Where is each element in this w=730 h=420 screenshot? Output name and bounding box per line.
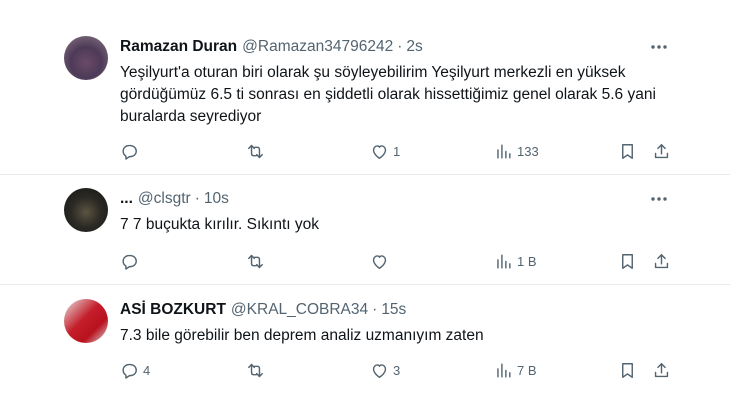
- avatar[interactable]: [64, 299, 108, 343]
- retweet-button[interactable]: [246, 250, 269, 272]
- like-button[interactable]: [370, 250, 393, 272]
- action-bar: 4 3 7 B: [120, 359, 680, 381]
- retweet-icon: [248, 363, 263, 377]
- share-button[interactable]: [652, 140, 671, 162]
- bookmark-button[interactable]: [618, 140, 637, 162]
- more-options-button[interactable]: [648, 189, 670, 209]
- like-button[interactable]: 1: [370, 140, 400, 162]
- reply-icon: [122, 254, 137, 270]
- tweet-text: 7.3 bile görebilir ben deprem analiz uzm…: [120, 327, 484, 344]
- tweet-header: ... @clsgtr · 10s: [120, 189, 229, 209]
- reply-feed: Ramazan Duran @Ramazan34796242 · 2s Yeşi…: [0, 0, 730, 420]
- timestamp[interactable]: 2s: [406, 38, 422, 56]
- tweet-header: ASİ BOZKURT @KRAL_COBRA34 · 15s: [120, 300, 406, 320]
- view-count: 133: [517, 143, 539, 159]
- display-name[interactable]: ...: [120, 190, 133, 208]
- user-handle[interactable]: @Ramazan34796242: [242, 38, 393, 56]
- tweet[interactable]: Ramazan Duran @Ramazan34796242 · 2s Yeşi…: [0, 36, 730, 166]
- tweet-text: Yeşilyurt'a oturan biri olarak şu söyley…: [120, 64, 656, 125]
- reply-icon: [122, 144, 137, 160]
- action-bar: 1 B: [120, 250, 680, 272]
- views-icon: [497, 362, 511, 378]
- separator-dot: ·: [372, 301, 378, 318]
- bookmark-button[interactable]: [618, 359, 637, 381]
- more-options-button[interactable]: [648, 37, 670, 57]
- views-button[interactable]: 133: [494, 140, 539, 162]
- views-button[interactable]: 1 B: [494, 250, 537, 272]
- tweet-header: Ramazan Duran @Ramazan34796242 · 2s: [120, 37, 423, 57]
- reply-icon: [122, 363, 137, 379]
- like-count: 1: [393, 143, 401, 159]
- views-button[interactable]: 7 B: [494, 359, 537, 381]
- heart-icon: [372, 363, 387, 378]
- retweet-button[interactable]: [246, 359, 269, 381]
- user-handle[interactable]: @KRAL_COBRA34: [231, 301, 368, 319]
- display-name[interactable]: ASİ BOZKURT: [120, 301, 226, 319]
- timestamp[interactable]: 15s: [381, 301, 406, 319]
- divider: [0, 284, 730, 285]
- bookmark-icon: [622, 362, 633, 378]
- views-icon: [497, 253, 511, 269]
- reply-count: 4: [143, 362, 151, 378]
- reply-button[interactable]: 4: [120, 359, 150, 381]
- tweet[interactable]: ... @clsgtr · 10s 7 7 buçukta kırılır. S…: [0, 188, 730, 278]
- bookmark-icon: [622, 253, 633, 269]
- view-count: 7 B: [517, 362, 537, 378]
- display-name[interactable]: Ramazan Duran: [120, 38, 237, 56]
- like-button[interactable]: 3: [370, 359, 400, 381]
- view-count: 1 B: [517, 253, 537, 269]
- tweet[interactable]: ASİ BOZKURT @KRAL_COBRA34 · 15s 7.3 bile…: [0, 299, 730, 389]
- separator-dot: ·: [194, 190, 200, 207]
- heart-icon: [372, 254, 387, 269]
- separator-dot: ·: [397, 38, 403, 55]
- more-horizontal-icon: [651, 45, 667, 49]
- retweet-button[interactable]: [246, 140, 269, 162]
- like-count: 3: [393, 362, 401, 378]
- reply-button[interactable]: [120, 250, 143, 272]
- bookmark-icon: [622, 143, 633, 159]
- share-button[interactable]: [652, 250, 671, 272]
- share-button[interactable]: [652, 359, 671, 381]
- avatar[interactable]: [64, 188, 108, 232]
- bookmark-button[interactable]: [618, 250, 637, 272]
- share-icon: [654, 253, 669, 268]
- share-icon: [654, 143, 669, 158]
- more-horizontal-icon: [651, 197, 667, 201]
- timestamp[interactable]: 10s: [204, 190, 229, 208]
- action-bar: 1 133: [120, 140, 680, 162]
- divider: [0, 174, 730, 175]
- retweet-icon: [248, 254, 263, 268]
- share-icon: [654, 362, 669, 377]
- retweet-icon: [248, 144, 263, 158]
- reply-button[interactable]: [120, 140, 143, 162]
- avatar[interactable]: [64, 36, 108, 80]
- user-handle[interactable]: @clsgtr: [138, 190, 191, 208]
- views-icon: [497, 143, 511, 159]
- tweet-text: 7 7 buçukta kırılır. Sıkıntı yok: [120, 216, 320, 233]
- heart-icon: [372, 144, 387, 159]
